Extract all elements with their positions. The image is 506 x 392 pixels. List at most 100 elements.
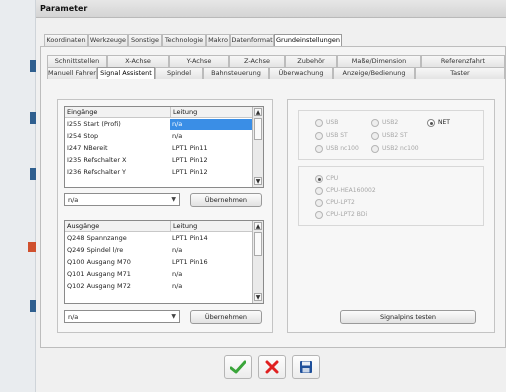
tab-werkzeuge[interactable]: Werkzeuge	[88, 34, 128, 46]
table-row[interactable]: Q100 Ausgang M70	[65, 257, 170, 268]
radio-usb-nc100[interactable]	[315, 145, 323, 153]
inputs-header-name: Eingänge	[65, 107, 170, 118]
table-row[interactable]: I236 Refschalter Y	[65, 167, 170, 178]
chevron-down-icon: ▼	[171, 196, 176, 203]
outputs-line-select[interactable]: n/a ▼	[64, 310, 180, 323]
tab-masse-dimension[interactable]: Maße/Dimension	[337, 55, 421, 67]
radio-usb2-label: USB2	[382, 119, 399, 126]
table-cell[interactable]: LPT1 Pin14	[170, 233, 254, 244]
table-row[interactable]: I247 NBereit	[65, 143, 170, 154]
table-row[interactable]: I255 Start (Profi)	[65, 119, 170, 130]
table-cell[interactable]: LPT1 Pin12	[170, 155, 254, 166]
radio-cpu-hea-label: CPU-HEA160002	[326, 187, 376, 194]
settings-frame: Schnittstellen X-Achse Y-Achse Z-Achse Z…	[40, 46, 506, 348]
table-cell-selected[interactable]: n/a	[170, 119, 254, 130]
outputs-header-name: Ausgänge	[65, 221, 170, 232]
tab-signal-assistent[interactable]: Signal Assistent	[97, 67, 155, 79]
radio-usb2[interactable]	[371, 119, 379, 127]
table-row[interactable]: Q249 Spindel l/re	[65, 245, 170, 256]
tab-grundeinstellungen[interactable]: Grundeinstellungen	[274, 34, 342, 46]
table-cell[interactable]: n/a	[170, 131, 254, 142]
scroll-down-icon[interactable]: ▼	[254, 177, 262, 185]
tab-koordinaten[interactable]: Koordinaten	[44, 34, 88, 46]
inputs-header-line: Leitung	[170, 107, 254, 118]
table-row[interactable]: I235 Refschalter X	[65, 155, 170, 166]
radio-usb2-st[interactable]	[371, 132, 379, 140]
inputs-table[interactable]: Eingänge Leitung I255 Start (Profi) n/a …	[64, 106, 264, 188]
scroll-up-icon[interactable]: ▲	[254, 108, 262, 116]
radio-cpu-lpt2-bdi-label: CPU-LPT2 BDi	[326, 211, 368, 218]
test-signal-pins-button[interactable]: Signalpins testen	[340, 310, 476, 324]
parameter-dialog: Parameter Koordinaten Werkzeuge Sonstige…	[36, 0, 506, 392]
close-icon	[265, 360, 279, 374]
scroll-thumb[interactable]	[254, 232, 262, 256]
table-cell[interactable]: n/a	[170, 245, 254, 256]
scroll-down-icon[interactable]: ▼	[254, 293, 262, 301]
radio-net[interactable]	[427, 119, 435, 127]
outputs-line-select-value: n/a	[68, 313, 79, 321]
tab-x-achse[interactable]: X-Achse	[107, 55, 169, 67]
table-cell[interactable]: n/a	[170, 281, 254, 292]
radio-cpu[interactable]	[315, 175, 323, 183]
table-row[interactable]: Q248 Spannzange	[65, 233, 170, 244]
radio-usb-label: USB	[326, 119, 339, 126]
checkmark-icon	[230, 360, 246, 374]
tab-manuell-fahren[interactable]: Manuell Fahren	[47, 67, 97, 79]
main-tab-row: Koordinaten Werkzeuge Sonstige Technolog…	[44, 34, 464, 46]
table-row[interactable]: I254 Stop	[65, 131, 170, 142]
outputs-table[interactable]: Ausgänge Leitung Q248 Spannzange LPT1 Pi…	[64, 220, 264, 304]
inputs-line-select[interactable]: n/a ▼	[64, 193, 180, 206]
radio-cpu-hea[interactable]	[315, 187, 323, 195]
tab-z-achse[interactable]: Z-Achse	[229, 55, 285, 67]
radio-cpu-lpt2-bdi[interactable]	[315, 211, 323, 219]
tab-makro[interactable]: Makro	[206, 34, 230, 46]
radio-cpu-lpt2[interactable]	[315, 199, 323, 207]
tab-ueberwachung[interactable]: Überwachung	[269, 67, 333, 79]
table-cell[interactable]: LPT1 Pin12	[170, 167, 254, 178]
cpu-group: CPU CPU-HEA160002 CPU-LPT2 CPU-LPT2 BDi	[298, 166, 484, 226]
inputs-line-select-value: n/a	[68, 196, 79, 204]
radio-usb-nc100-label: USB nc100	[326, 145, 359, 152]
interface-panel: USB USB2 NET USB ST USB2 ST USB nc100 US…	[287, 99, 495, 333]
radio-usb[interactable]	[315, 119, 323, 127]
strip-marker-red	[28, 242, 36, 252]
table-cell[interactable]: LPT1 Pin11	[170, 143, 254, 154]
save-button[interactable]	[292, 355, 320, 379]
tab-taster[interactable]: Taster	[415, 67, 505, 79]
table-row[interactable]: Q101 Ausgang M71	[65, 269, 170, 280]
chevron-down-icon: ▼	[171, 313, 176, 320]
tab-anzeige-bedienung[interactable]: Anzeige/Bedienung	[333, 67, 415, 79]
title-bar: Parameter	[36, 0, 506, 18]
background-app-strip	[0, 0, 36, 392]
tab-y-achse[interactable]: Y-Achse	[169, 55, 229, 67]
tab-referenzfahrt[interactable]: Referenzfahrt	[421, 55, 505, 67]
radio-usb2-nc100[interactable]	[371, 145, 379, 153]
cancel-button[interactable]	[258, 355, 286, 379]
outputs-apply-button[interactable]: Übernehmen	[190, 310, 262, 324]
table-cell[interactable]: LPT1 Pin16	[170, 257, 254, 268]
tab-technologie[interactable]: Technologie	[162, 34, 206, 46]
table-cell[interactable]: n/a	[170, 269, 254, 280]
tab-schnittstellen[interactable]: Schnittstellen	[47, 55, 107, 67]
sub-tab-row-1: Schnittstellen X-Achse Y-Achse Z-Achse Z…	[47, 55, 506, 67]
inputs-apply-button[interactable]: Übernehmen	[190, 193, 262, 207]
tab-datenformat[interactable]: Datenformat	[230, 34, 274, 46]
radio-usb2-st-label: USB2 ST	[382, 132, 408, 139]
interface-group: USB USB2 NET USB ST USB2 ST USB nc100 US…	[298, 110, 484, 160]
inputs-scrollbar[interactable]: ▲ ▼	[252, 107, 263, 187]
outputs-scrollbar[interactable]: ▲ ▼	[252, 221, 263, 303]
tab-sonstige[interactable]: Sonstige	[128, 34, 162, 46]
window-title: Parameter	[40, 4, 88, 13]
tab-bahnsteuerung[interactable]: Bahnsteuerung	[203, 67, 269, 79]
outputs-header-line: Leitung	[170, 221, 254, 232]
scroll-thumb[interactable]	[254, 118, 262, 140]
tab-spindel[interactable]: Spindel	[155, 67, 203, 79]
table-row[interactable]: Q102 Ausgang M72	[65, 281, 170, 292]
radio-usb-st-label: USB ST	[326, 132, 348, 139]
radio-usb-st[interactable]	[315, 132, 323, 140]
scroll-up-icon[interactable]: ▲	[254, 222, 262, 230]
radio-usb2-nc100-label: USB2 nc100	[382, 145, 419, 152]
ok-button[interactable]	[224, 355, 252, 379]
radio-cpu-lpt2-label: CPU-LPT2	[326, 199, 355, 206]
tab-zubehoer[interactable]: Zubehör	[285, 55, 337, 67]
